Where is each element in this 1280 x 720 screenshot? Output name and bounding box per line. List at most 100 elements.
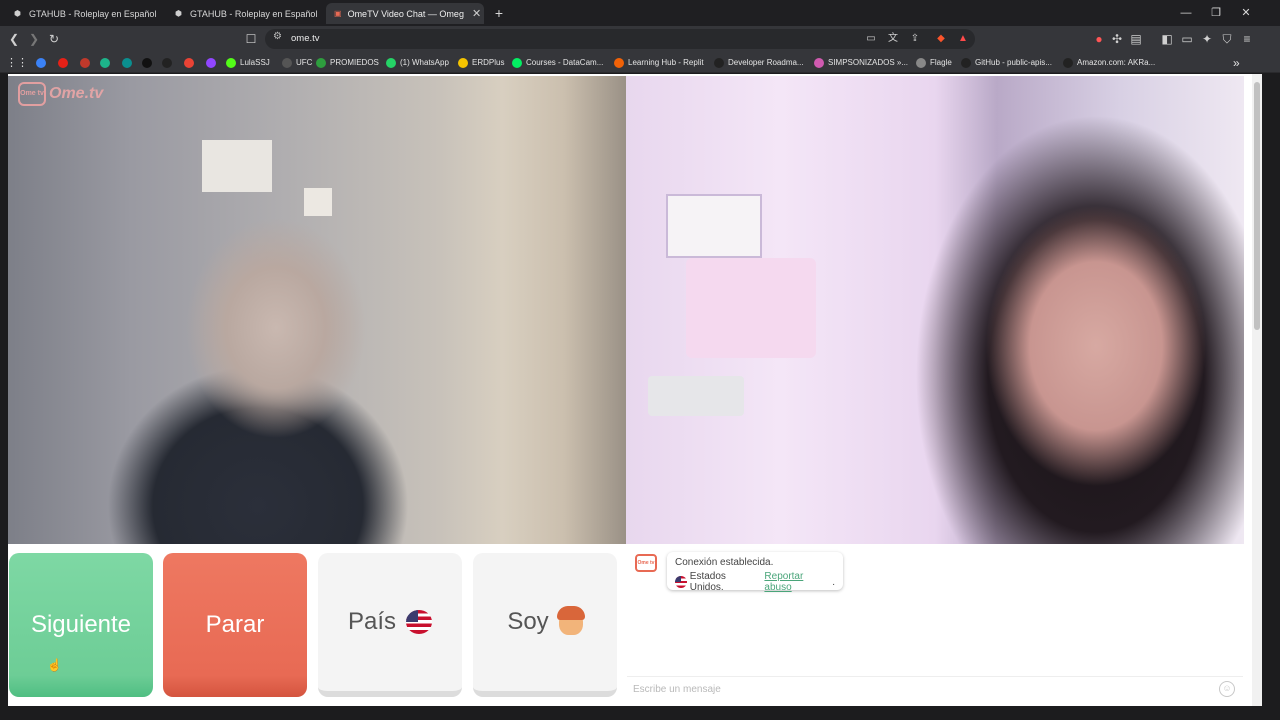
bookmark-flagle[interactable]: Flagle xyxy=(916,55,952,70)
roadmap-icon xyxy=(714,57,724,68)
scrollbar-thumb[interactable] xyxy=(1254,82,1260,330)
ometv-logo[interactable]: Ome tv Ome.tv xyxy=(18,82,103,106)
bookmark-label: Learning Hub - Replit xyxy=(628,58,704,67)
twitch-icon xyxy=(206,57,216,68)
bookmark-courses-datacam[interactable]: Courses - DataCam... xyxy=(512,55,603,70)
forward-icon[interactable]: ❯ xyxy=(25,30,43,48)
bookmark-lulassj[interactable]: LulaSSJ xyxy=(226,55,270,70)
stop-button[interactable]: Parar xyxy=(163,553,307,697)
amazon-icon xyxy=(1063,57,1073,68)
bookmark-label: Courses - DataCam... xyxy=(526,58,604,67)
brave-rewards-icon[interactable]: ▲ xyxy=(955,31,971,47)
bookmark-amazon-com-akra[interactable]: Amazon.com: AKRa... xyxy=(1063,55,1155,70)
url-text[interactable]: ome.tv xyxy=(291,33,320,44)
gender-label: Soy xyxy=(507,608,549,635)
close-tab-icon[interactable]: ✕ xyxy=(472,7,481,20)
tv-icon: Ome tv xyxy=(18,82,46,106)
bookmark-icon[interactable]: ☐ xyxy=(242,30,260,48)
extensions-puzzle-icon[interactable]: ✣ xyxy=(1108,30,1126,48)
message-input[interactable] xyxy=(633,681,1193,697)
flagle-icon xyxy=(916,57,926,68)
reload-icon[interactable]: ↻ xyxy=(45,30,63,48)
menu-icon[interactable]: ≡ xyxy=(1238,30,1256,48)
gtahub-favicon-icon: ⬢ xyxy=(14,9,21,18)
github-icon xyxy=(961,57,971,68)
close-window-button[interactable]: ✕ xyxy=(1231,0,1261,26)
bookmark-label: Developer Roadma... xyxy=(728,58,804,67)
extension-icon[interactable]: ● xyxy=(1090,30,1108,48)
translate-icon[interactable]: 文 xyxy=(885,31,901,47)
page-scrollbar[interactable] xyxy=(1252,74,1262,706)
bookmark-red[interactable] xyxy=(80,55,94,70)
bookmark-label: Amazon.com: AKRa... xyxy=(1077,58,1156,67)
back-icon[interactable]: ❮ xyxy=(5,30,23,48)
emoji-icon[interactable]: ☺ xyxy=(1219,681,1235,697)
next-label: Siguiente xyxy=(30,611,132,638)
datacamp-icon xyxy=(512,57,522,68)
green-circle-icon xyxy=(100,57,110,68)
connection-status: Conexión establecida. xyxy=(675,557,774,568)
vpn-icon[interactable]: ⛉ xyxy=(1218,30,1236,48)
window-edge xyxy=(0,74,8,720)
bookmark-1-whatsapp[interactable]: (1) WhatsApp xyxy=(386,55,449,70)
gmail-icon xyxy=(184,57,194,68)
bookmark-label: ERDPlus xyxy=(472,58,505,67)
bookmark-ufc[interactable]: UFC xyxy=(282,55,312,70)
bookmark-blue-play[interactable] xyxy=(36,55,50,70)
bookmark-erdplus[interactable]: ERDPlus xyxy=(458,55,504,70)
wallet-icon[interactable]: ▭ xyxy=(1178,30,1196,48)
leo-ai-icon[interactable]: ✦ xyxy=(1198,30,1216,48)
maximize-button[interactable]: ❐ xyxy=(1201,0,1231,26)
bookmark-twitch[interactable] xyxy=(206,55,220,70)
media-icon[interactable]: ▤ xyxy=(1127,30,1145,48)
ometv-favicon-icon: ▣ xyxy=(334,9,342,18)
bookmark-simpsonizados[interactable]: SIMPSONIZADOS »... xyxy=(814,55,908,70)
tab-strip: ⬢ GTAHUB - Roleplay en Español ⬢ GTAHUB … xyxy=(0,0,1280,26)
share-icon[interactable]: ⇪ xyxy=(907,31,923,47)
blue-play-icon xyxy=(36,57,46,68)
address-bar[interactable]: ⚙ ome.tv ▭ 文 ⇪ ◆ ▲ xyxy=(265,29,975,49)
bookmark-label: SIMPSONIZADOS »... xyxy=(828,58,909,67)
new-tab-button[interactable]: + xyxy=(490,3,508,23)
us-flag-icon xyxy=(675,576,687,588)
tab-title: OmeTV Video Chat — Omeg xyxy=(347,8,464,19)
bookmark-promiedos[interactable]: PROMIEDOS xyxy=(316,55,379,70)
bookmarks-bar: ⋮⋮ LulaSSJ UFC PROMIEDOS (1) WhatsApp ERDPlu… xyxy=(0,52,1280,73)
stranger-video xyxy=(8,76,626,544)
bookmark-gmail[interactable] xyxy=(184,55,198,70)
minimize-button[interactable]: — xyxy=(1171,0,1201,26)
chat-panel: Ome tv Conexión establecida. Estados Uni… xyxy=(627,546,1243,700)
bookmark-teal[interactable] xyxy=(122,55,136,70)
report-abuse-link[interactable]: Reportar abuso xyxy=(764,571,832,593)
gender-button[interactable]: Soy xyxy=(473,553,617,697)
bookmark-github-public-apis[interactable]: GitHub - public-apis... xyxy=(961,55,1052,70)
tab-gtahub-2[interactable]: ⬢ GTAHUB - Roleplay en Español xyxy=(165,3,325,24)
ufc-icon xyxy=(282,57,292,68)
tab-ometv[interactable]: ▣ OmeTV Video Chat — Omeg ✕ xyxy=(326,3,484,24)
bookmark-green-circle[interactable] xyxy=(100,55,114,70)
apps-grid-icon[interactable]: ⋮⋮ xyxy=(6,55,28,70)
next-button[interactable]: Siguiente xyxy=(9,553,153,697)
system-message: Conexión establecida. Estados Unidos. Re… xyxy=(667,552,843,593)
x-icon xyxy=(142,57,152,68)
simpsons-icon xyxy=(814,57,824,68)
bookmark-x[interactable] xyxy=(142,55,156,70)
report-suffix: . xyxy=(832,576,835,588)
bookmark-youtube[interactable] xyxy=(58,55,72,70)
country-button[interactable]: País xyxy=(318,553,462,697)
self-video xyxy=(626,76,1244,544)
sidebar-icon[interactable]: ◧ xyxy=(1158,30,1176,48)
site-settings-icon[interactable]: ⚙ xyxy=(273,31,282,42)
gtahub-favicon-icon: ⬢ xyxy=(175,9,182,18)
kick-icon xyxy=(226,57,236,68)
bookmark-developer-roadma[interactable]: Developer Roadma... xyxy=(714,55,804,70)
country-name: Estados Unidos. xyxy=(689,571,726,593)
bookmarks-overflow-icon[interactable]: » xyxy=(1233,55,1240,70)
bookmark-label: UFC xyxy=(296,58,313,67)
wall-frame xyxy=(202,140,272,192)
bookmark-learning-hub-replit[interactable]: Learning Hub - Replit xyxy=(614,55,704,70)
bookmark-threads[interactable] xyxy=(162,55,176,70)
tab-gtahub-1[interactable]: ⬢ GTAHUB - Roleplay en Español xyxy=(4,3,164,24)
cast-icon[interactable]: ▭ xyxy=(863,31,879,47)
brave-shield-icon[interactable]: ◆ xyxy=(933,31,949,47)
